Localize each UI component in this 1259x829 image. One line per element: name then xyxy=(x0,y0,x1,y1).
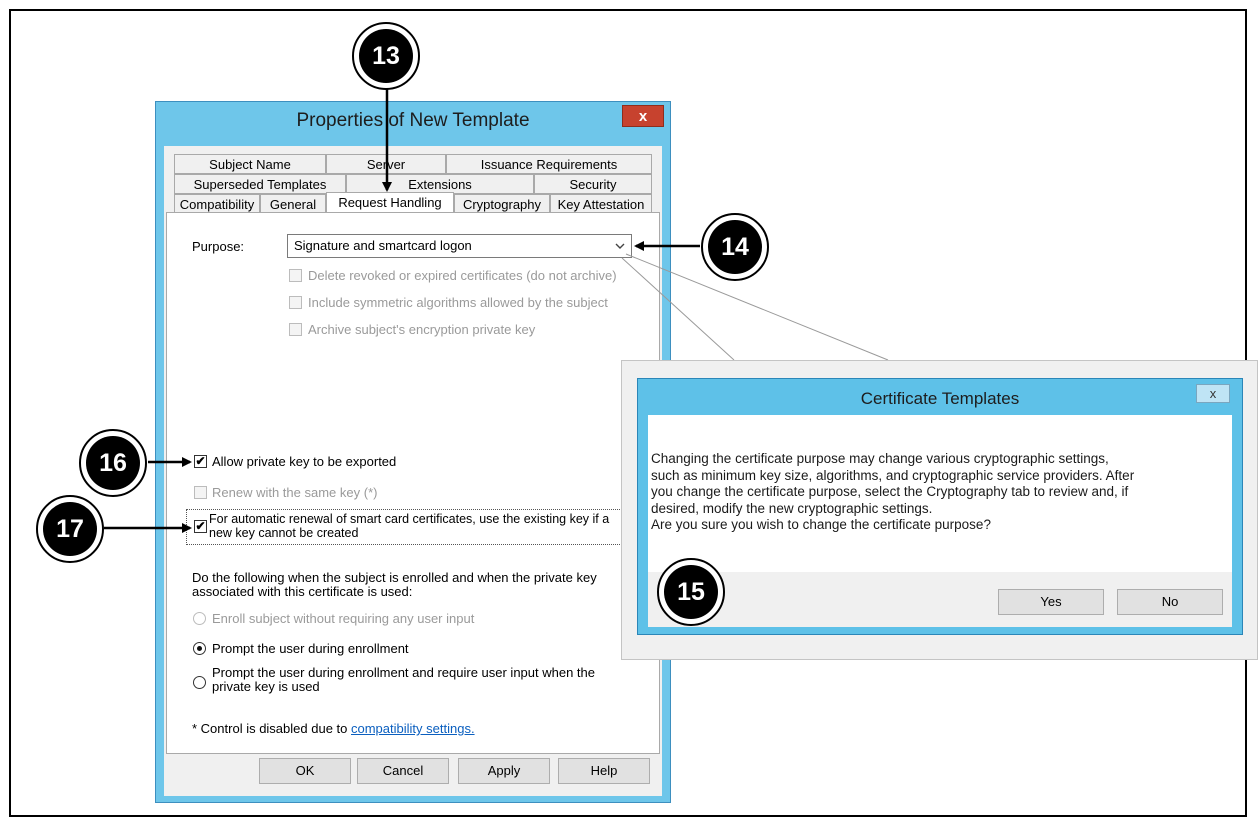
callout-13: 13 xyxy=(352,22,420,90)
callout-arrows xyxy=(104,88,700,533)
callout-16: 16 xyxy=(79,429,147,497)
callout-16-number: 16 xyxy=(86,436,140,490)
callout-15-number: 15 xyxy=(664,565,718,619)
callout-15: 15 xyxy=(657,558,725,626)
callout-13-number: 13 xyxy=(359,29,413,83)
callout-14: 14 xyxy=(701,213,769,281)
callout-17: 17 xyxy=(36,495,104,563)
callout-14-number: 14 xyxy=(708,220,762,274)
callout-17-number: 17 xyxy=(43,502,97,556)
